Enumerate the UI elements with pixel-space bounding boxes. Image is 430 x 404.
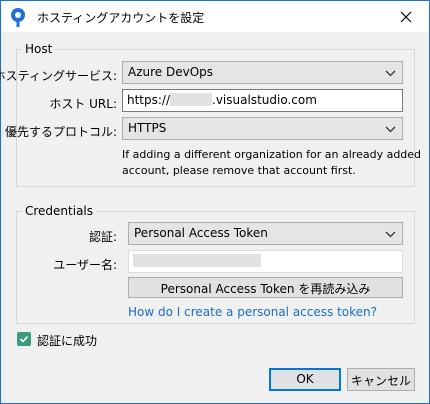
close-icon [400,11,412,22]
protocol-value: HTTPS [128,121,167,135]
cancel-button[interactable]: キャンセル [347,368,415,391]
organization-note-line2: account, please remove that account firs… [122,164,356,177]
sourcetree-icon [11,8,25,27]
hosting-service-select[interactable]: Azure DevOps [122,61,403,84]
reload-token-button[interactable]: Personal Access Token を再読み込み [128,277,403,298]
create-token-help-link[interactable]: How do I create a personal access token? [128,305,377,319]
auth-label: 認証: [88,230,117,244]
host-url-suffix: .visualstudio.com [212,93,317,107]
checkmark-icon [19,335,29,343]
redacted-username [133,254,261,267]
chevron-down-icon [385,126,396,133]
protocol-label: 優先するプロトコル: [4,125,117,139]
close-button[interactable] [383,1,429,32]
hosting-service-value: Azure DevOps [128,65,214,79]
dialog-window: ホスティングアカウントを設定 Host ホスティングサービス: Azure De… [0,0,430,404]
auth-method-select[interactable]: Personal Access Token [128,222,403,245]
username-label: ユーザー名: [53,258,117,272]
auth-method-value: Personal Access Token [134,226,268,240]
chevron-down-icon [385,70,396,77]
credentials-legend: Credentials [25,204,94,218]
host-url-input[interactable]: https:// .visualstudio.com [122,89,403,112]
host-url-label: ホスト URL: [49,97,117,111]
hosting-service-label: ホスティングサービス: [0,69,117,83]
host-legend: Host [25,42,53,56]
organization-note-line1: If adding a different organization for a… [122,148,422,161]
username-input[interactable] [128,250,403,273]
redacted-organization [170,93,213,106]
host-url-prefix: https:// [127,93,171,107]
ok-button[interactable]: OK [269,368,341,391]
chevron-down-icon [385,231,396,238]
protocol-select[interactable]: HTTPS [122,117,403,140]
window-title: ホスティングアカウントを設定 [37,11,205,25]
title-bar: ホスティングアカウントを設定 [1,1,429,32]
auth-success-checkbox[interactable] [17,332,31,346]
auth-success-label: 認証に成功 [37,334,98,348]
